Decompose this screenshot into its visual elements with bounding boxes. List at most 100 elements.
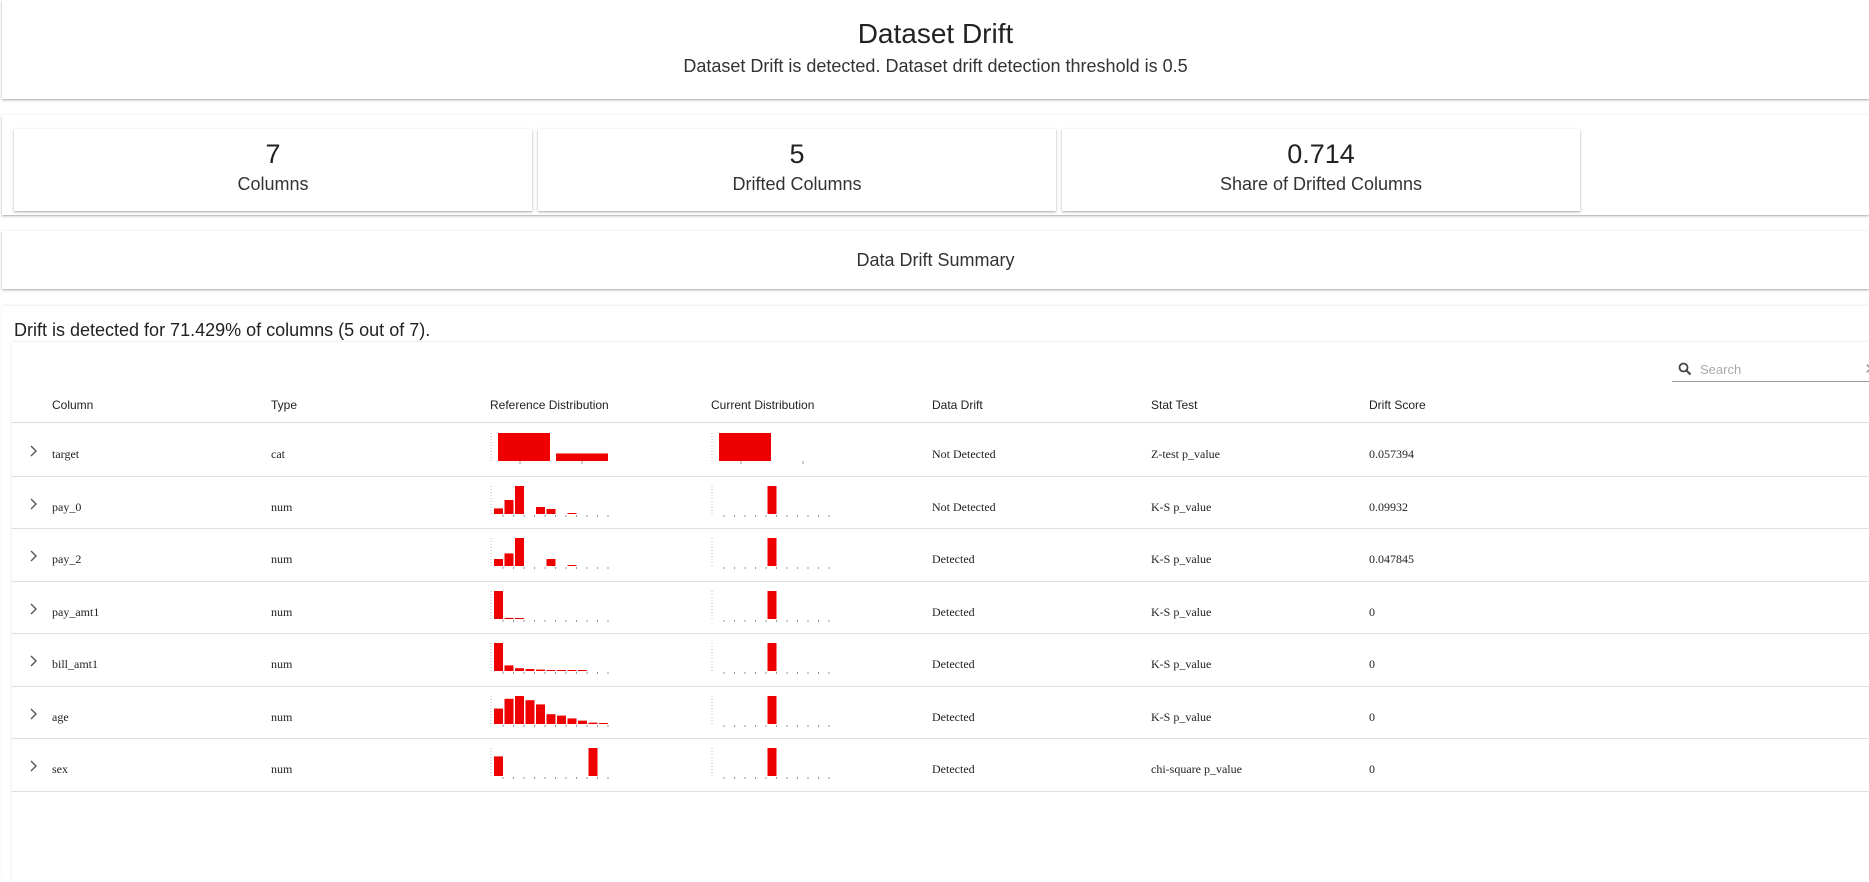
chevron-right-icon[interactable] <box>28 601 40 617</box>
chevron-right-icon[interactable] <box>28 496 40 512</box>
search-input[interactable] <box>1698 359 1852 379</box>
reference-distribution-chart <box>490 485 609 517</box>
cell-stat-test: Z-test p_value <box>1151 447 1220 461</box>
clear-icon[interactable]: ✕ <box>1864 360 1869 378</box>
histogram-bar <box>767 643 777 671</box>
counter-share-drifted: 0.714 Share of Drifted Columns <box>1062 129 1580 211</box>
histogram-bar <box>515 668 524 671</box>
counter-value: 7 <box>265 139 281 169</box>
histogram-bar <box>515 485 524 514</box>
histogram-bar <box>504 698 514 724</box>
chevron-right-icon[interactable] <box>28 706 40 722</box>
counter-label: Columns <box>237 174 309 194</box>
histogram-bar <box>515 617 524 619</box>
reference-distribution-chart <box>490 643 609 674</box>
chevron-right-icon[interactable] <box>28 443 40 459</box>
histogram-bar <box>567 565 577 566</box>
cell-data-drift: Detected <box>932 552 975 566</box>
cell-data-drift: Detected <box>932 604 975 619</box>
cell-drift-score: 0.047845 <box>1369 552 1414 566</box>
cell-data-drift: Not Detected <box>932 447 996 461</box>
histogram-bar <box>767 538 777 566</box>
histogram-bar <box>525 699 535 724</box>
table-row: bill_amt1 num Detected K-S p_value 0 <box>12 633 1869 687</box>
cell-stat-test: K-S p_value <box>1151 499 1212 514</box>
histogram-bar <box>546 559 556 566</box>
cell-type: num <box>271 552 293 566</box>
cell-data-drift: Not Detected <box>932 499 996 514</box>
cell-column-name: age <box>52 709 69 724</box>
cell-drift-score: 0.057394 <box>1369 447 1414 461</box>
reference-distribution-chart <box>490 695 609 727</box>
histogram-bar <box>536 669 545 671</box>
cell-drift-score: 0 <box>1369 762 1375 776</box>
histogram-bar <box>494 590 503 619</box>
current-distribution-chart <box>711 695 830 727</box>
table-row: pay_0 num Not Detected K-S p_value 0.09932 <box>12 476 1869 529</box>
histogram-bar <box>567 670 577 671</box>
histogram-bar <box>767 485 777 514</box>
chevron-right-icon[interactable] <box>28 758 40 774</box>
column-header-column[interactable]: Column <box>52 398 93 412</box>
cell-type: num <box>271 657 293 671</box>
counters-panel: 7 Columns 5 Drifted Columns 0.714 Share … <box>2 115 1869 215</box>
current-distribution-chart <box>711 748 830 779</box>
histogram-bar <box>494 507 503 514</box>
counter-label: Share of Drifted Columns <box>1219 174 1423 194</box>
cell-column-name: target <box>52 447 80 461</box>
column-header-data-drift[interactable]: Data Drift <box>932 398 983 412</box>
table-row: pay_amt1 num Detected K-S p_value 0 <box>12 581 1869 634</box>
cell-drift-score: 0.09932 <box>1369 499 1408 514</box>
cell-data-drift: Detected <box>932 709 975 724</box>
column-header-drift-score[interactable]: Drift Score <box>1369 398 1426 412</box>
data-drift-summary-header: Data Drift Summary <box>2 231 1869 289</box>
current-distribution-chart <box>711 538 830 569</box>
current-distribution-chart <box>711 643 830 674</box>
histogram-bar <box>556 453 608 461</box>
cell-stat-test: K-S p_value <box>1151 604 1212 619</box>
histogram-bar <box>578 720 587 724</box>
cell-stat-test: K-S p_value <box>1151 552 1212 566</box>
reference-distribution-chart <box>490 433 608 464</box>
column-header-type[interactable]: Type <box>271 398 297 412</box>
histogram-bar <box>599 722 608 724</box>
cell-drift-score: 0 <box>1369 709 1375 724</box>
summary-title: Data Drift Summary <box>856 250 1015 270</box>
cell-type: num <box>271 762 293 776</box>
histogram-bar <box>515 538 524 566</box>
table-row: target cat Not Detected Z-test p_value 0.057… <box>12 423 1869 477</box>
column-header-current-distribution[interactable]: Current Distribution <box>711 398 814 412</box>
histogram-bar <box>567 717 577 724</box>
reference-distribution-chart <box>490 748 609 779</box>
counter-drifted-columns: 5 Drifted Columns <box>538 129 1056 211</box>
page-subtitle: Dataset Drift is detected. Dataset drift… <box>683 56 1188 76</box>
chevron-right-icon[interactable] <box>28 548 40 564</box>
column-header-reference-distribution[interactable]: Reference Distribution <box>490 398 609 412</box>
histogram-bar <box>767 748 777 776</box>
histogram-bar <box>494 756 503 776</box>
cell-column-name: sex <box>52 762 68 776</box>
cell-type: num <box>271 499 293 514</box>
counter-value: 5 <box>789 139 805 169</box>
histogram-bar <box>546 670 556 671</box>
histogram-bar <box>515 695 524 724</box>
search-icon <box>1678 362 1692 376</box>
chevron-right-icon[interactable] <box>28 653 40 669</box>
histogram-bar <box>494 708 503 724</box>
histogram-bar <box>588 748 598 776</box>
counter-columns: 7 Columns <box>14 129 532 211</box>
table-row: sex num Detected chi-square p_value 0 <box>12 738 1869 792</box>
histogram-bar <box>588 722 598 724</box>
histogram-bar <box>546 713 556 724</box>
reference-distribution-chart <box>490 538 609 569</box>
cell-column-name: pay_2 <box>52 552 82 566</box>
column-header-stat-test[interactable]: Stat Test <box>1151 398 1197 412</box>
histogram-bar <box>525 669 535 671</box>
cell-stat-test: K-S p_value <box>1151 709 1212 724</box>
histogram-bar <box>494 643 503 671</box>
search-box[interactable]: ✕ <box>1672 357 1869 382</box>
cell-drift-score: 0 <box>1369 604 1375 619</box>
cell-column-name: bill_amt1 <box>52 657 98 671</box>
current-distribution-chart <box>711 485 830 517</box>
histogram-bar <box>557 715 566 724</box>
